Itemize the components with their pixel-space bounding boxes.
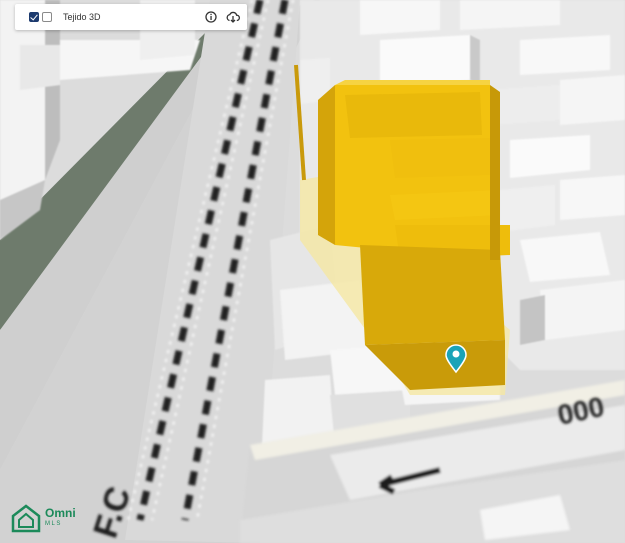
house-logo-icon <box>11 504 41 533</box>
layer-name-label: Tejido 3D <box>63 12 101 22</box>
3d-map-view[interactable]: 000 F.C <box>0 0 625 543</box>
info-icon[interactable] <box>203 9 219 25</box>
cloud-download-icon[interactable] <box>225 9 241 25</box>
logo-sub: MLS <box>45 521 62 527</box>
layer-visible-checkbox[interactable] <box>29 12 39 22</box>
omni-mls-logo: Omni MLS <box>8 500 88 536</box>
layers-panel: Tejido 3D <box>15 4 247 30</box>
layer-select-checkbox[interactable] <box>42 12 52 22</box>
logo-name: Omni <box>45 506 76 520</box>
